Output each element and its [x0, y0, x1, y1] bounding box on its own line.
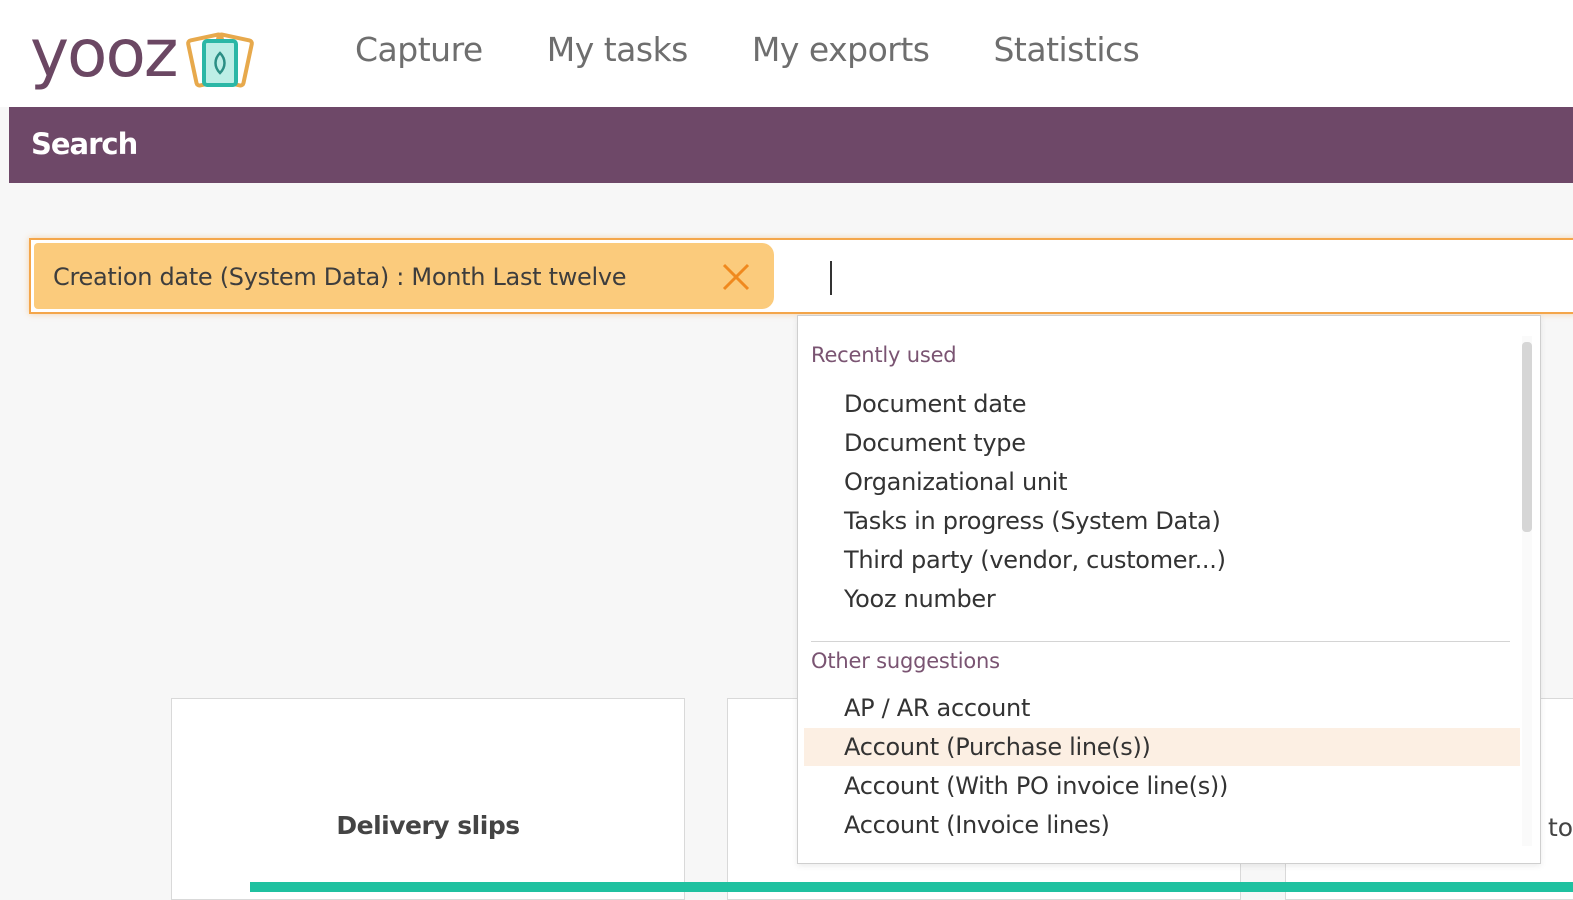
option-ap-ar-account[interactable]: AP / AR account: [804, 689, 1520, 727]
nav-capture[interactable]: Capture: [355, 26, 483, 74]
text-cursor: [830, 261, 832, 295]
suggestion-dropdown: Recently used Document date Document typ…: [797, 315, 1541, 864]
option-tasks-in-progress[interactable]: Tasks in progress (System Data): [804, 502, 1520, 540]
search-header-bar: Search: [9, 107, 1573, 183]
option-account-with-po-invoice-lines[interactable]: Account (With PO invoice line(s)): [804, 767, 1520, 805]
logo-cards-icon: [186, 32, 255, 88]
option-organizational-unit[interactable]: Organizational unit: [804, 463, 1520, 501]
option-third-party[interactable]: Third party (vendor, customer...): [804, 541, 1520, 579]
nav-my-exports[interactable]: My exports: [752, 26, 930, 74]
search-section-title: Search: [31, 127, 138, 161]
yooz-logo[interactable]: yooz: [30, 14, 256, 94]
filter-chip: Creation date (System Data) : Month Last…: [34, 243, 774, 309]
option-yooz-number[interactable]: Yooz number: [804, 580, 1520, 618]
option-account-purchase-lines[interactable]: Account (Purchase line(s)): [804, 728, 1520, 766]
dropdown-scrollbar[interactable]: [1522, 336, 1532, 846]
tile-partial-label: to: [1548, 813, 1573, 842]
filter-chip-label: Creation date (System Data) : Month Last…: [53, 263, 627, 291]
logo-text: yooz: [30, 15, 178, 92]
dropdown-divider: [811, 641, 1510, 642]
nav-my-tasks[interactable]: My tasks: [547, 26, 689, 74]
close-icon[interactable]: [719, 260, 753, 294]
group-title-other-suggestions: Other suggestions: [811, 649, 1000, 673]
main-nav: Capture My tasks My exports Statistics: [355, 26, 1203, 74]
option-document-date[interactable]: Document date: [804, 385, 1520, 423]
tile-label: Delivery slips: [336, 811, 520, 840]
nav-statistics[interactable]: Statistics: [993, 26, 1139, 74]
option-document-type[interactable]: Document type: [804, 424, 1520, 462]
option-account-invoice-lines[interactable]: Account (Invoice lines): [804, 806, 1520, 844]
tile-delivery-slips[interactable]: Delivery slips: [171, 698, 685, 900]
search-field[interactable]: Creation date (System Data) : Month Last…: [29, 238, 1573, 314]
group-title-recently-used: Recently used: [811, 343, 957, 367]
scrollbar-thumb[interactable]: [1522, 342, 1532, 532]
top-navigation-bar: yooz Capture My tasks My exports Statist…: [0, 0, 1573, 107]
bottom-accent-strip: [250, 882, 1573, 892]
